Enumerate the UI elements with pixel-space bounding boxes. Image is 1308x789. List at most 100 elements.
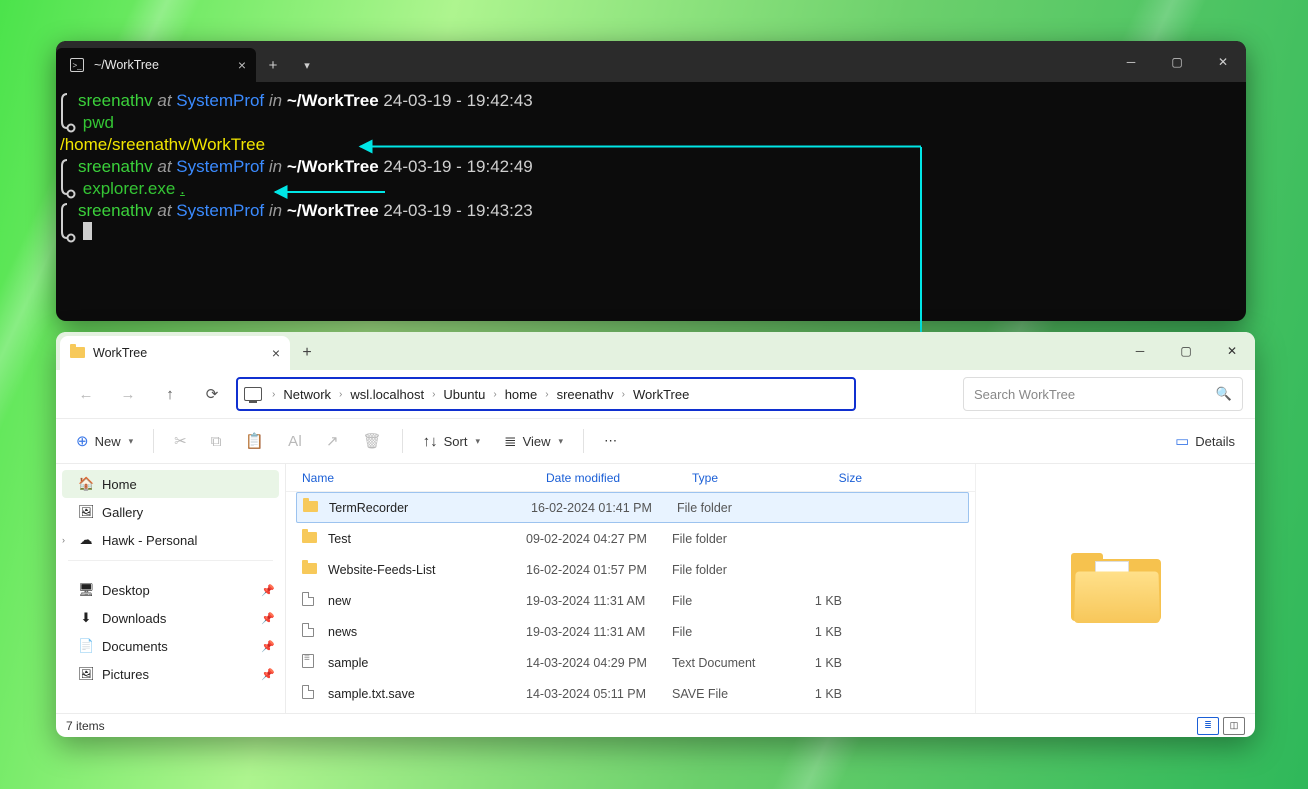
rename-icon: Aǀ — [288, 433, 302, 450]
more-button[interactable]: ⋯ — [594, 427, 627, 455]
file-type: File — [672, 625, 788, 639]
terminal-tab[interactable]: >_ ~/WorkTree × — [56, 48, 256, 82]
copy-button[interactable]: ⧉ — [201, 427, 232, 456]
breadcrumb[interactable]: › Network›wsl.localhost›Ubuntu›home›sree… — [236, 377, 856, 411]
refresh-button[interactable]: ⟳ — [194, 376, 230, 412]
explorer-titlebar[interactable]: WorkTree × + ─ ▢ ✕ — [56, 332, 1255, 370]
separator — [402, 429, 403, 453]
terminal-titlebar[interactable]: >_ ~/WorkTree × + ▾ ─ ▢ ✕ — [56, 41, 1246, 82]
file-rows[interactable]: TermRecorder16-02-2024 01:41 PMFile fold… — [286, 492, 975, 713]
view-icon: ≣ — [504, 432, 517, 450]
breadcrumb-seg[interactable]: home — [505, 387, 538, 402]
file-row[interactable]: Test09-02-2024 04:27 PMFile folder — [286, 523, 975, 554]
file-row[interactable]: sample14-03-2024 04:29 PMText Document1 … — [286, 647, 975, 678]
file-row[interactable]: sample.txt.save14-03-2024 05:11 PMSAVE F… — [286, 678, 975, 709]
downloads-icon: ⬇ — [78, 610, 94, 626]
file-name: Website-Feeds-List — [328, 563, 435, 577]
home-icon: 🏠 — [78, 476, 94, 492]
file-row[interactable]: news19-03-2024 11:31 AMFile1 KB — [286, 616, 975, 647]
terminal-tab-title: ~/WorkTree — [94, 58, 159, 72]
file-size: 1 KB — [788, 656, 848, 670]
paste-icon: 📋 — [245, 432, 264, 450]
col-size[interactable]: Size — [808, 471, 868, 485]
file-name: Test — [328, 532, 351, 546]
file-name: new — [328, 594, 351, 608]
file-icon — [302, 592, 322, 609]
explorer-window-controls: ─ ▢ ✕ — [1117, 332, 1255, 370]
status-text: 7 items — [66, 719, 105, 733]
up-button[interactable]: ↑ — [152, 376, 188, 412]
file-date: 19-03-2024 11:31 AM — [526, 625, 672, 639]
pin-icon: 📌 — [261, 584, 275, 597]
view-button[interactable]: ≣ View ▾ — [494, 426, 573, 456]
search-input[interactable]: Search WorkTree 🔍 — [963, 377, 1243, 411]
folder-icon — [70, 345, 85, 361]
explorer-minimize[interactable]: ─ — [1117, 332, 1163, 370]
file-name: sample.txt.save — [328, 687, 415, 701]
file-row[interactable]: new19-03-2024 11:31 AMFile1 KB — [286, 585, 975, 616]
rename-button[interactable]: Aǀ — [278, 427, 312, 456]
terminal-window-controls: ─ ▢ ✕ — [1108, 41, 1246, 82]
view-label: View — [523, 434, 551, 449]
paste-button[interactable]: 📋 — [235, 426, 274, 456]
sort-icon: ↑↓ — [423, 433, 438, 450]
explorer-maximize[interactable]: ▢ — [1163, 332, 1209, 370]
nav-pinned-item[interactable]: 📄Documents📌 — [56, 632, 285, 660]
large-icons-view-icon[interactable]: ◫ — [1223, 717, 1245, 735]
explorer-new-tab[interactable]: + — [290, 336, 324, 370]
explorer-tab-close[interactable]: × — [272, 345, 280, 361]
file-list: Name Date modified Type Size TermRecorde… — [286, 464, 975, 713]
file-row[interactable]: TermRecorder16-02-2024 01:41 PMFile fold… — [296, 492, 969, 523]
details-view-icon[interactable]: ≣ — [1197, 717, 1219, 735]
breadcrumb-seg[interactable]: WorkTree — [633, 387, 689, 402]
search-placeholder: Search WorkTree — [974, 387, 1075, 402]
sort-label: Sort — [444, 434, 468, 449]
copy-icon: ⧉ — [211, 433, 222, 450]
breadcrumb-seg[interactable]: wsl.localhost — [350, 387, 424, 402]
nav-item[interactable]: 🖼Gallery — [56, 498, 285, 526]
explorer-close[interactable]: ✕ — [1209, 332, 1255, 370]
nav-item[interactable]: 🏠Home — [62, 470, 279, 498]
terminal-new-tab[interactable]: + — [256, 48, 290, 82]
nav-item-label: Desktop — [102, 583, 150, 598]
breadcrumb-separator: › — [545, 389, 548, 400]
new-button[interactable]: ⊕ New ▾ — [66, 426, 143, 456]
forward-button[interactable]: → — [110, 376, 146, 412]
back-button[interactable]: ← — [68, 376, 104, 412]
terminal-close[interactable]: ✕ — [1200, 41, 1246, 82]
file-row[interactable]: Website-Feeds-List16-02-2024 01:57 PMFil… — [286, 554, 975, 585]
terminal-body[interactable]: sreenathv at SystemProf in ~/WorkTree 24… — [56, 82, 1246, 252]
col-name[interactable]: Name — [302, 471, 546, 485]
nav-pinned-item[interactable]: 🖼Pictures📌 — [56, 660, 285, 688]
cut-button[interactable]: ✂ — [164, 426, 197, 456]
terminal-tab-close[interactable]: × — [238, 57, 246, 73]
desktop-icon: 🖥 — [78, 582, 94, 598]
folder-icon — [303, 501, 323, 515]
file-type: File — [672, 594, 788, 608]
txt-icon — [302, 654, 322, 671]
terminal-maximize[interactable]: ▢ — [1154, 41, 1200, 82]
explorer-tab[interactable]: WorkTree × — [60, 336, 290, 370]
file-date: 09-02-2024 04:27 PM — [526, 532, 672, 546]
breadcrumb-seg[interactable]: Ubuntu — [443, 387, 485, 402]
file-date: 16-02-2024 01:41 PM — [531, 501, 677, 515]
plus-circle-icon: ⊕ — [76, 432, 89, 450]
file-list-header[interactable]: Name Date modified Type Size — [286, 464, 975, 492]
col-type[interactable]: Type — [692, 471, 808, 485]
breadcrumb-seg[interactable]: Network — [283, 387, 331, 402]
breadcrumb-seg[interactable]: sreenathv — [557, 387, 614, 402]
delete-button[interactable]: 🗑 — [353, 426, 392, 456]
sort-button[interactable]: ↑↓ Sort ▾ — [413, 427, 490, 456]
nav-pane[interactable]: 🏠Home🖼Gallery›☁Hawk - Personal 🖥 Desktop 📌 ⬇… — [56, 464, 286, 713]
details-button[interactable]: ▭ Details — [1165, 426, 1245, 456]
status-bar: 7 items ≣ ◫ — [56, 713, 1255, 737]
col-date[interactable]: Date modified — [546, 471, 692, 485]
terminal-dropdown[interactable]: ▾ — [290, 48, 324, 82]
nav-pinned-item[interactable]: ⬇Downloads📌 — [56, 604, 285, 632]
share-button[interactable]: ↗ — [316, 426, 349, 456]
nav-item[interactable]: ›☁Hawk - Personal — [56, 526, 285, 554]
explorer-tab-title: WorkTree — [93, 346, 147, 360]
nav-pinned-item[interactable]: 🖥 Desktop 📌 — [56, 576, 285, 604]
explorer-toolbar: ⊕ New ▾ ✂ ⧉ 📋 Aǀ ↗ 🗑 ↑↓ Sort ▾ ≣ View ▾ … — [56, 418, 1255, 464]
terminal-minimize[interactable]: ─ — [1108, 41, 1154, 82]
